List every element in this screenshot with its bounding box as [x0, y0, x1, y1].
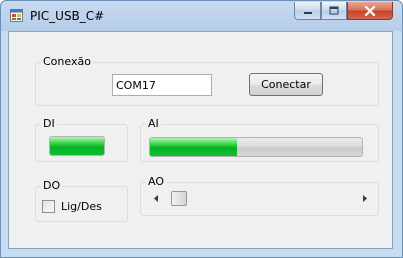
connect-button[interactable]: Conectar: [249, 73, 323, 96]
form-client-area: Conexão Conectar DI AI DO Lig/Des AO: [8, 31, 393, 249]
title-bar[interactable]: PIC_USB_C#: [1, 1, 402, 31]
di-group-label: DI: [41, 117, 57, 131]
scroll-right-arrow-icon: [363, 195, 367, 202]
di-indicator-fill: [50, 137, 104, 155]
ai-group-label: AI: [146, 117, 161, 131]
ao-scrollbar-thumb[interactable]: [171, 191, 187, 206]
minimize-icon: [303, 11, 312, 14]
lig-des-checkbox-row[interactable]: Lig/Des: [42, 200, 102, 213]
conexao-group-label: Conexão: [41, 55, 93, 69]
window-title: PIC_USB_C#: [30, 9, 105, 23]
ai-progress-bar: [149, 137, 363, 157]
do-group-label: DO: [41, 179, 63, 193]
com-port-input[interactable]: [112, 74, 212, 96]
scroll-left-arrow-icon: [154, 195, 158, 202]
ai-progress-fill: [150, 138, 237, 156]
lig-des-checkbox-label[interactable]: Lig/Des: [61, 200, 102, 213]
maximize-icon: [329, 6, 339, 15]
maximize-button[interactable]: [321, 2, 347, 20]
close-icon: [364, 5, 376, 16]
scroll-right-button[interactable]: [356, 190, 373, 207]
app-window-icon: [10, 9, 23, 22]
ao-group-label: AO: [146, 175, 166, 189]
close-button[interactable]: [347, 2, 393, 20]
di-indicator-bar: [49, 136, 105, 156]
lig-des-checkbox[interactable]: [42, 200, 55, 213]
main-window: PIC_USB_C# Conexão Conectar DI: [0, 0, 403, 258]
scroll-left-button[interactable]: [148, 190, 165, 207]
minimize-button[interactable]: [294, 2, 321, 20]
ao-scrollbar[interactable]: [148, 190, 373, 207]
